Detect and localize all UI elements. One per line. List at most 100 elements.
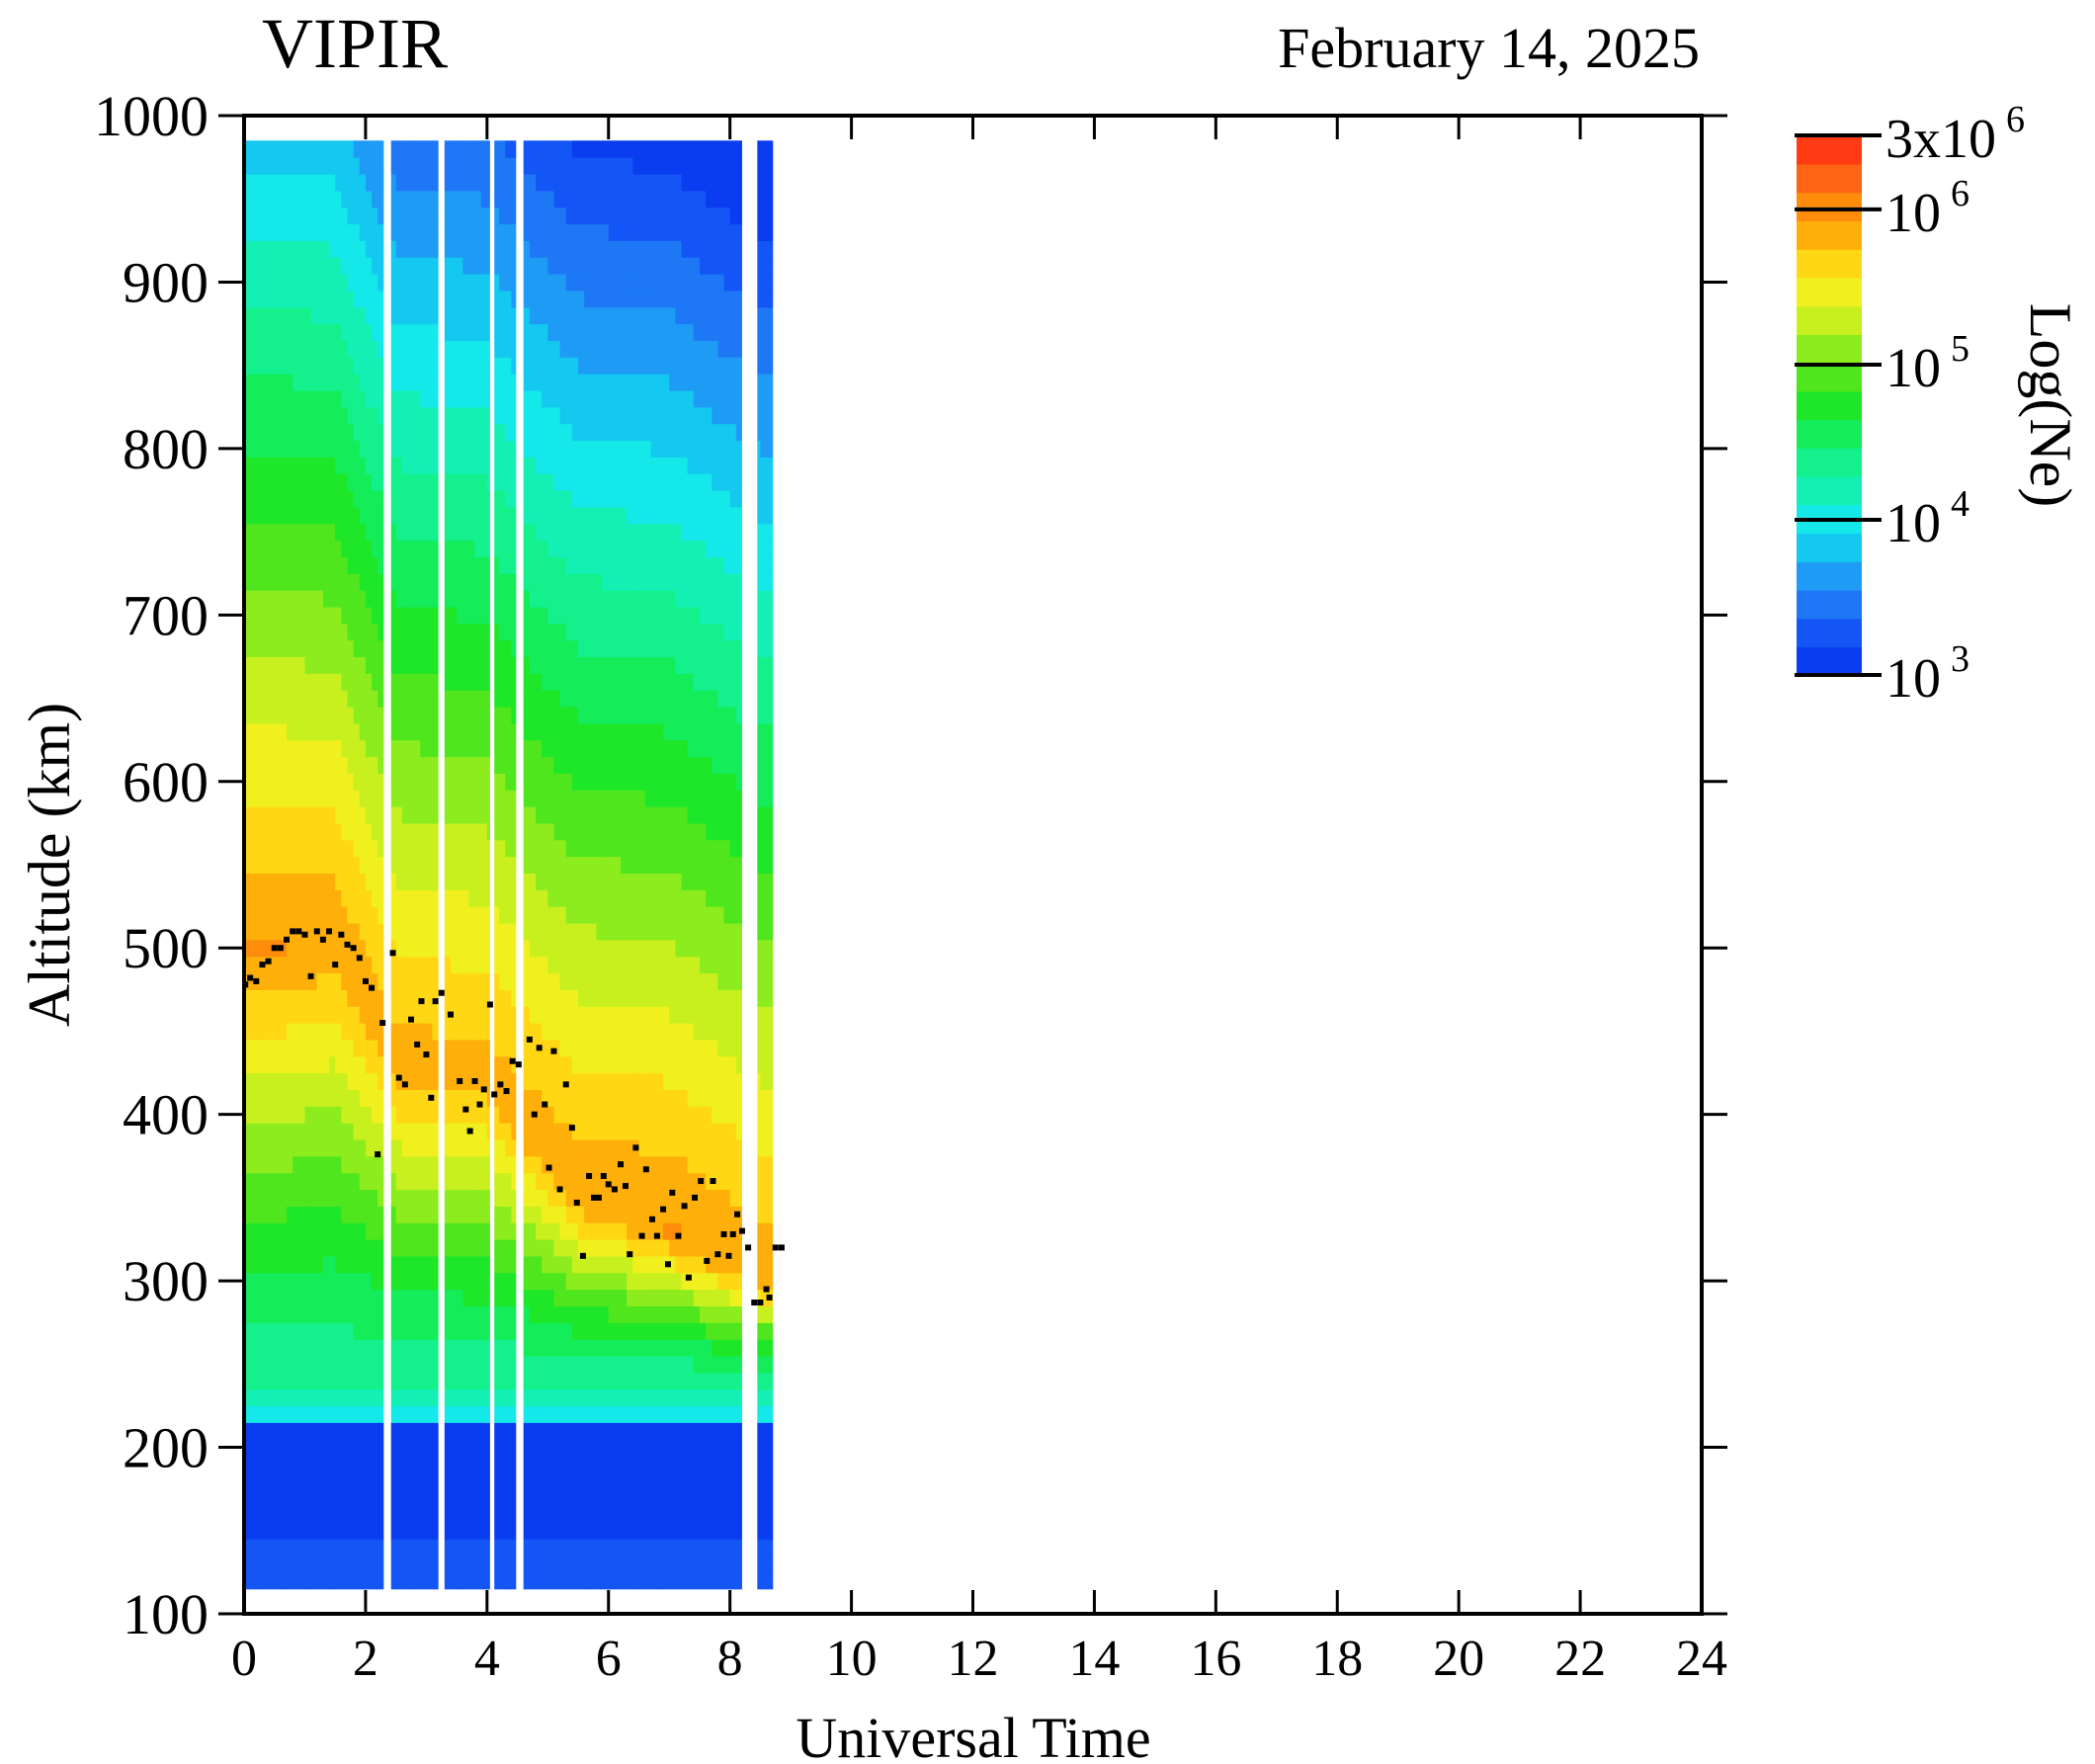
heatmap-cell (293, 473, 299, 491)
heatmap-cell (432, 1023, 440, 1041)
heatmap-cell (420, 207, 427, 225)
heatmap-cell (536, 822, 543, 841)
heatmap-cell (293, 523, 299, 542)
heatmap-cell (395, 606, 403, 625)
heatmap-cell (262, 374, 270, 391)
heatmap-cell (450, 822, 458, 841)
heatmap-cell (553, 506, 561, 525)
heatmap-cell (450, 606, 458, 625)
heatmap-cell (559, 240, 567, 258)
heatmap-cell (298, 706, 306, 724)
heatmap-cell (341, 173, 349, 192)
heatmap-cell (578, 790, 585, 807)
heatmap-cell (262, 822, 270, 841)
heatmap-cell (407, 590, 415, 608)
heatmap-cell (432, 457, 440, 474)
heatmap-cell (414, 939, 421, 958)
heatmap-cell (499, 989, 506, 1007)
heatmap-cell (584, 374, 591, 391)
heatmap-cell (559, 1222, 567, 1240)
heatmap-cell (335, 922, 342, 941)
heatmap-cell (298, 556, 306, 574)
heatmap-cell (565, 1455, 573, 1473)
heatmap-cell (536, 490, 543, 508)
heatmap-cell (426, 1455, 434, 1473)
heatmap-cell (347, 1355, 355, 1374)
heatmap-cell (432, 1455, 440, 1473)
heatmap-cell (426, 1023, 434, 1041)
heatmap-cell (590, 989, 598, 1007)
heatmap-cell (310, 423, 318, 442)
heatmap-cell (268, 389, 276, 408)
heatmap-cell (450, 257, 458, 275)
heatmap-cell (250, 939, 257, 958)
heatmap-cell (274, 989, 282, 1007)
heatmap-cell (287, 1555, 293, 1573)
heatmap-cell (395, 457, 403, 474)
heatmap-cell (584, 1289, 591, 1306)
heatmap-cell (353, 690, 361, 708)
heatmap-cell (298, 1138, 306, 1157)
heatmap-cell (329, 223, 336, 241)
heatmap-cell (559, 1039, 567, 1057)
heatmap-cell (256, 906, 264, 924)
heatmap-cell (347, 1189, 355, 1207)
heatmap-cell (553, 274, 561, 292)
heatmap-cell (444, 1138, 452, 1157)
heatmap-cell (571, 790, 579, 807)
heatmap-cell (347, 956, 355, 974)
heatmap-cell (256, 357, 264, 375)
heatmap-cell (287, 1206, 293, 1223)
heatmap-cell (468, 1106, 476, 1124)
heatmap-cell (523, 873, 531, 890)
heatmap-cell (304, 440, 312, 458)
heatmap-cell (287, 1372, 293, 1390)
heatmap-cell (542, 906, 548, 924)
heatmap-cell (559, 1555, 567, 1573)
heatmap-cell (322, 573, 330, 591)
heatmap-cell (571, 340, 579, 358)
heatmap-cell (457, 389, 463, 408)
heatmap-cell (578, 1106, 585, 1124)
heatmap-cell (553, 1255, 561, 1274)
heatmap-cell (462, 1072, 469, 1090)
heatmap-cell (468, 1305, 476, 1323)
heatmap-cell (571, 389, 579, 408)
heatmap-cell (578, 140, 585, 158)
heatmap-cell (468, 839, 476, 858)
heatmap-cell (304, 1222, 312, 1240)
heatmap-cell (432, 523, 440, 542)
heatmap-cell (401, 1106, 409, 1124)
heatmap-cell (280, 1239, 288, 1257)
heatmap-cell (426, 722, 434, 741)
heatmap-cell (335, 590, 342, 608)
heatmap-cell (377, 623, 384, 641)
heatmap-cell (462, 1522, 469, 1540)
heatmap-cell (536, 590, 543, 608)
heatmap-cell (536, 806, 543, 824)
heatmap-cell (250, 157, 257, 175)
heatmap-cell (316, 374, 324, 391)
heatmap-cell (287, 190, 293, 209)
heatmap-cell (329, 1172, 336, 1191)
heatmap-cell (542, 956, 548, 974)
heatmap-cell (401, 1522, 409, 1540)
heatmap-cell (450, 1039, 458, 1057)
heatmap-cell (457, 1388, 463, 1407)
heatmap-cell (432, 1372, 440, 1390)
heatmap-cell (559, 1155, 567, 1174)
heatmap-cell (353, 1072, 361, 1090)
heatmap-cell (426, 656, 434, 674)
heatmap-cell (310, 190, 318, 209)
heatmap-cell (280, 1089, 288, 1107)
heatmap-cell (298, 1388, 306, 1407)
heatmap-cell (359, 540, 367, 557)
heatmap-cell (250, 822, 257, 841)
heatmap-cell (310, 1471, 318, 1490)
heatmap-cell (432, 423, 440, 442)
heatmap-cell (274, 240, 282, 258)
heatmap-cell (401, 722, 409, 741)
heatmap-cell (584, 1372, 591, 1390)
heatmap-cell (335, 1039, 342, 1057)
heatmap-cell (457, 956, 463, 974)
